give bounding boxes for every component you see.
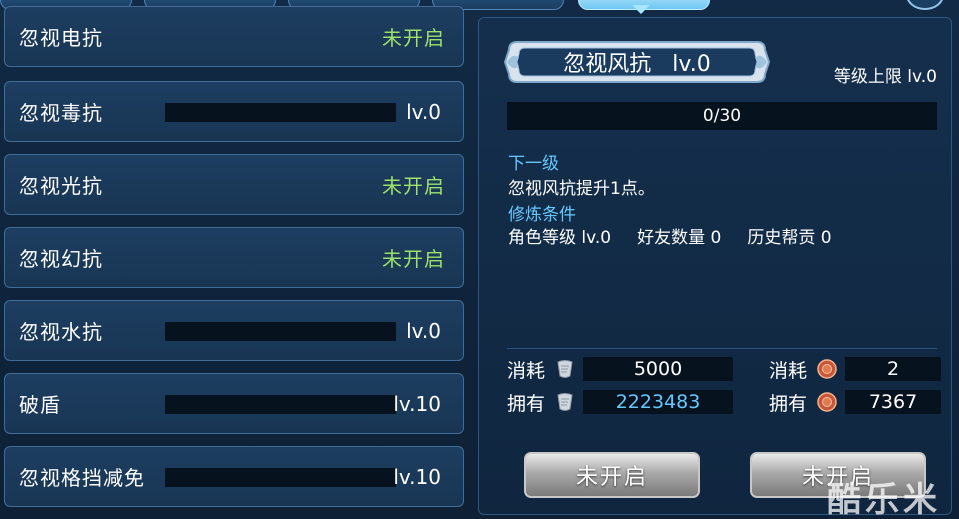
skill-row[interactable]: 忽视格挡减免 lv.10 [4, 446, 464, 507]
own-label: 拥有 [769, 392, 808, 415]
skill-name: 忽视电抗 [19, 26, 103, 50]
skill-level: lv.10 [393, 464, 441, 489]
skill-row[interactable]: 忽视幻抗 未开启 [4, 227, 464, 288]
skill-locked-status: 未开启 [382, 174, 445, 198]
scroll-cost-value: 5000 [583, 357, 733, 381]
token-cost-value: 2 [845, 357, 941, 381]
skill-name: 破盾 [19, 393, 61, 417]
skill-name: 忽视光抗 [19, 174, 103, 198]
skill-locked-status: 未开启 [382, 247, 445, 271]
token-cost-line: 消耗 2 [769, 356, 941, 382]
consume-label: 消耗 [769, 359, 808, 382]
skill-row[interactable]: 忽视电抗 未开启 [4, 6, 464, 67]
detail-panel: 忽视风抗 lv.0 等级上限 lv.0 0/30 下一级 忽视风抗提升1点。 修… [478, 17, 952, 515]
skill-locked-status: 未开启 [382, 26, 445, 50]
skill-row[interactable]: 忽视光抗 未开启 [4, 154, 464, 215]
condition-friend-count: 好友数量 0 [637, 228, 722, 248]
token-icon [815, 357, 839, 381]
exp-progress-bar: 0/30 [507, 102, 937, 130]
skill-row[interactable]: 破盾 lv.10 [4, 373, 464, 434]
token-own-value: 7367 [845, 390, 941, 414]
scroll-icon [553, 357, 577, 381]
skill-progress-bar [165, 395, 396, 414]
train-button-left[interactable]: 未开启 [524, 452, 700, 498]
scroll-cost-line: 消耗 5000 [507, 356, 733, 382]
scroll-icon [553, 390, 577, 414]
corner-button[interactable] [906, 0, 944, 10]
next-level-description: 忽视风抗提升1点。 [508, 179, 655, 199]
skill-row[interactable]: 忽视毒抗 lv.0 [4, 81, 464, 142]
skill-level: lv.0 [406, 318, 441, 343]
skill-name: 忽视格挡减免 [19, 466, 145, 490]
exp-progress-text: 0/30 [702, 106, 742, 126]
condition-guild-contribution: 历史帮贡 0 [747, 228, 832, 248]
skill-name: 忽视幻抗 [19, 247, 103, 271]
game-window: 忽视电抗 未开启 忽视毒抗 lv.0 忽视光抗 未开启 忽视幻抗 未开启 忽视水… [0, 0, 959, 519]
watermark-logo: 酷乐米 [827, 480, 941, 519]
skill-progress-bar [165, 103, 396, 122]
skill-list: 忽视电抗 未开启 忽视毒抗 lv.0 忽视光抗 未开启 忽视幻抗 未开启 忽视水… [4, 6, 466, 519]
conditions-heading: 修炼条件 [508, 205, 576, 225]
conditions-list: 角色等级 lv.0 好友数量 0 历史帮贡 0 [508, 223, 832, 248]
active-tab-notch [632, 5, 650, 14]
skill-level: lv.10 [393, 391, 441, 416]
level-cap: 等级上限 lv.0 [833, 67, 937, 87]
scroll-own-value: 2223483 [583, 390, 733, 414]
skill-name: 忽视水抗 [19, 320, 103, 344]
skill-row[interactable]: 忽视水抗 lv.0 [4, 300, 464, 361]
cost-divider [507, 348, 937, 349]
skill-progress-bar [165, 468, 396, 487]
token-icon [815, 390, 839, 414]
skill-title-plate: 忽视风抗 lv.0 [503, 38, 771, 86]
token-own-line: 拥有 7367 [769, 389, 941, 415]
skill-name: 忽视毒抗 [19, 101, 103, 125]
skill-level: lv.0 [406, 99, 441, 124]
scroll-own-line: 拥有 2223483 [507, 389, 733, 415]
next-level-heading: 下一级 [508, 154, 559, 174]
skill-title: 忽视风抗 lv.0 [563, 52, 711, 77]
condition-role-level: 角色等级 lv.0 [508, 228, 612, 248]
skill-progress-bar [165, 322, 396, 341]
consume-label: 消耗 [507, 359, 546, 382]
own-label: 拥有 [507, 392, 546, 415]
